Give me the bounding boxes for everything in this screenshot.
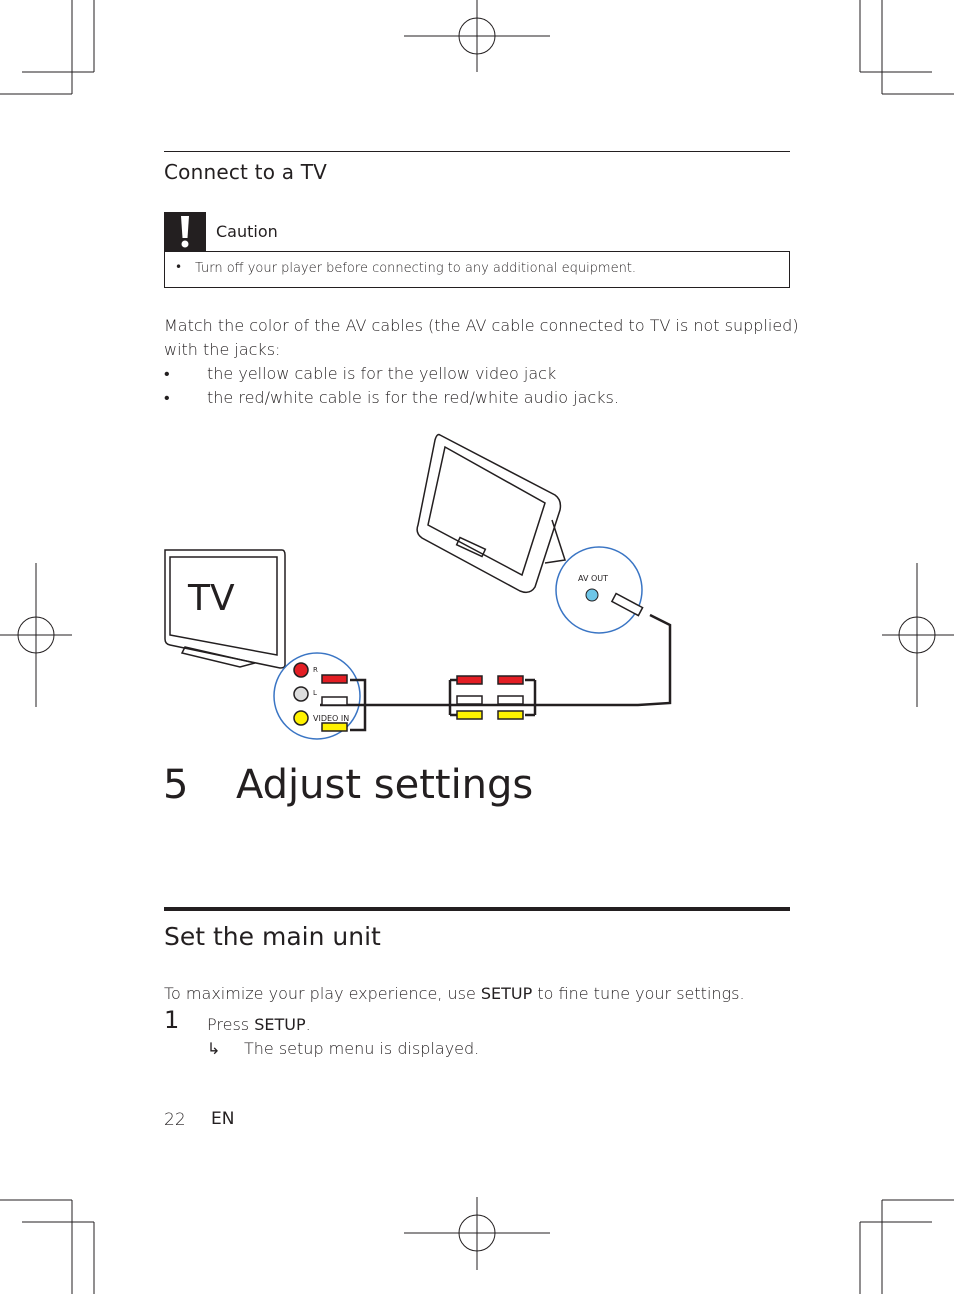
exclamation-icon <box>164 212 206 251</box>
intro-line: Match the color of the AV cables (the AV… <box>164 316 799 335</box>
language-code: EN <box>211 1109 235 1129</box>
setup-keyword: SETUP <box>480 984 533 1003</box>
tv-label: TV <box>187 578 235 619</box>
connection-diagram: TV AV OUT R L VIDEO IN <box>164 433 672 740</box>
jack-video <box>293 710 309 726</box>
jack-l-label: L <box>313 689 317 697</box>
av-out-jack <box>585 588 599 602</box>
bullet: • <box>164 388 170 407</box>
section-rule <box>164 151 790 152</box>
subsection-paragraph: To maximize your play experience, use SE… <box>164 982 745 1006</box>
section-heading: Connect to a TV <box>164 160 327 184</box>
chapter-title: Adjust settings <box>236 762 534 808</box>
step-text: Press SETUP. <box>207 1013 311 1037</box>
caution-item: Turn off your player before connecting t… <box>195 261 637 276</box>
jack-r <box>293 662 309 678</box>
jack-l <box>293 686 309 702</box>
bullet: • <box>164 364 170 383</box>
bullet: • <box>175 260 183 274</box>
text: to fine tune your settings. <box>532 984 745 1003</box>
step-result: The setup menu is displayed. <box>244 1039 480 1058</box>
jack-video-label: VIDEO IN <box>313 714 349 723</box>
text: Press <box>207 1015 255 1034</box>
chapter-number: 5 <box>163 762 189 808</box>
jack-r-label: R <box>313 666 318 674</box>
av-out-label: AV OUT <box>578 574 608 583</box>
intro-line: with the jacks: <box>164 340 281 359</box>
player-illustration <box>416 433 566 594</box>
subsection-rule <box>164 907 790 911</box>
tv-illustration: TV <box>164 549 286 669</box>
text: . <box>305 1015 311 1034</box>
result-arrow-icon: ↳ <box>207 1039 221 1058</box>
caution-box: • Turn off your player before connecting… <box>164 251 790 288</box>
bullet-item: the red/white cable is for the red/white… <box>207 388 619 407</box>
subsection-heading: Set the main unit <box>164 922 381 951</box>
intro-text: Match the color of the AV cables (the AV… <box>164 314 799 362</box>
bullet-item: the yellow cable is for the yellow video… <box>207 364 557 383</box>
setup-keyword: SETUP <box>254 1015 306 1034</box>
av-out-callout <box>555 546 643 634</box>
caution-title: Caution <box>216 222 278 241</box>
page-number: 22 <box>164 1110 186 1130</box>
step-number: 1 <box>164 1006 180 1034</box>
text: To maximize your play experience, use <box>164 984 481 1003</box>
